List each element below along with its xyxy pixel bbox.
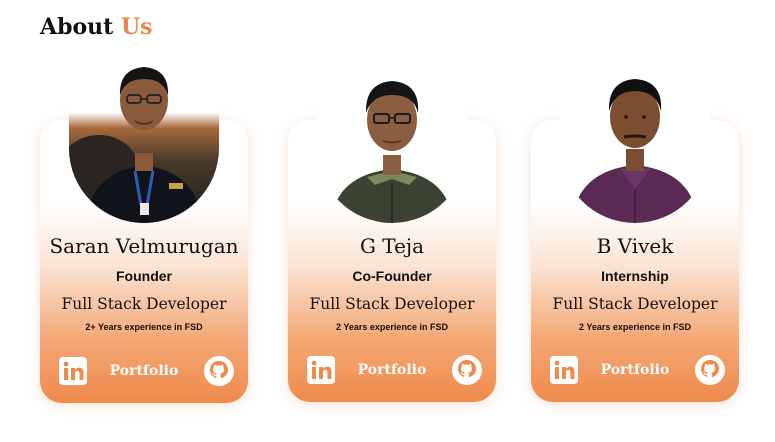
member-title: Full Stack Developer (309, 295, 475, 313)
member-experience: 2+ Years experience in FSD (85, 322, 203, 332)
member-name: G Teja (359, 234, 425, 258)
team-card-saran: Saran Velmurugan Founder Full Stack Deve… (40, 65, 248, 403)
section-heading: About Us (40, 14, 153, 40)
card-footer: Portfolio (531, 344, 739, 402)
member-experience: 2 Years experience in FSD (579, 322, 691, 332)
github-icon[interactable] (203, 355, 235, 387)
member-title: Full Stack Developer (552, 295, 718, 313)
member-experience: 2 Years experience in FSD (336, 322, 448, 332)
profile-photo (69, 65, 219, 223)
member-title: Full Stack Developer (61, 295, 227, 313)
card-footer: Portfolio (40, 345, 248, 403)
heading-main: About (40, 14, 114, 40)
member-role: Co-Founder (352, 268, 432, 284)
card-footer: Portfolio (288, 344, 496, 402)
member-name: B Vivek (596, 234, 674, 258)
team-card-vivek: B Vivek Internship Full Stack Developer … (531, 65, 739, 402)
profile-photo (560, 65, 710, 223)
member-role: Founder (116, 268, 172, 284)
heading-accent: Us (120, 14, 153, 40)
member-name: Saran Velmurugan (49, 234, 239, 258)
github-icon[interactable] (694, 354, 726, 386)
member-role: Internship (601, 268, 669, 284)
team-card-teja: G Teja Co-Founder Full Stack Developer 2… (288, 65, 496, 402)
profile-photo (317, 65, 467, 223)
github-icon[interactable] (451, 354, 483, 386)
